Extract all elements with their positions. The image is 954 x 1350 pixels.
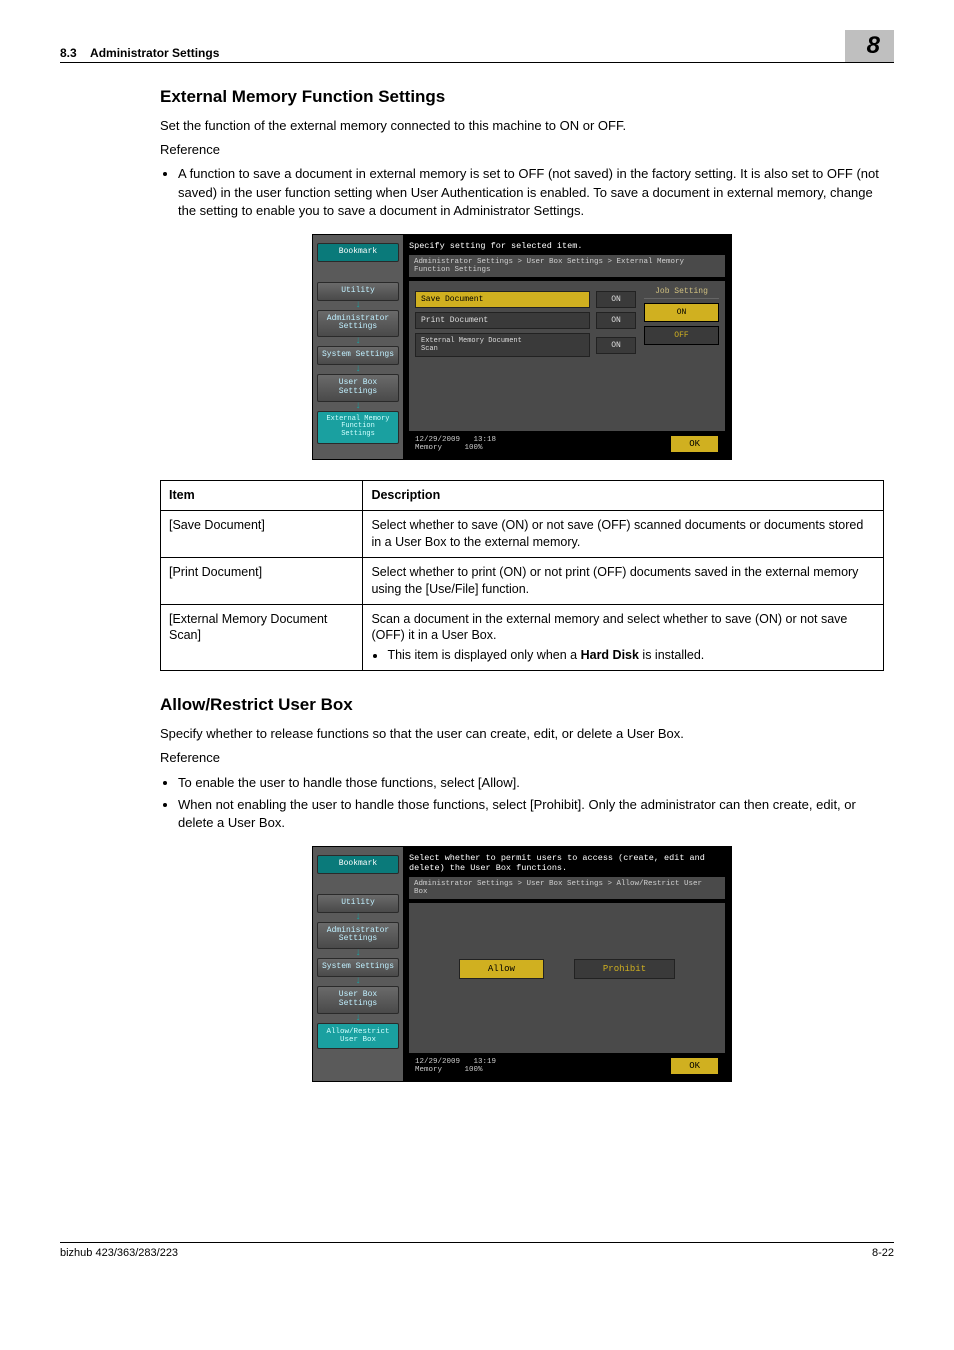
section2-heading: Allow/Restrict User Box: [160, 695, 884, 715]
screenshot-allow-restrict: Bookmark Utility ↓ Administrator Setting…: [312, 846, 732, 1082]
nav-admin-settings[interactable]: Administrator Settings: [317, 310, 399, 338]
prohibit-button[interactable]: Prohibit: [574, 959, 675, 979]
section1-intro: Set the function of the external memory …: [160, 117, 884, 135]
arrow-down-icon: ↓: [317, 1016, 399, 1021]
nav-admin-settings[interactable]: Administrator Settings: [317, 922, 399, 950]
arrow-down-icon: ↓: [317, 367, 399, 372]
nav-user-box-settings[interactable]: User Box Settings: [317, 986, 399, 1014]
panel-instruction: Select whether to permit users to access…: [409, 851, 725, 877]
nav-utility[interactable]: Utility: [317, 894, 399, 913]
section1-heading: External Memory Function Settings: [160, 87, 884, 107]
reference-bullet: A function to save a document in externa…: [178, 165, 884, 220]
ext-mem-scan-value: ON: [596, 337, 636, 354]
table-header-item: Item: [161, 481, 363, 511]
reference-bullet: When not enabling the user to handle tho…: [178, 796, 884, 832]
bookmark-button[interactable]: Bookmark: [317, 243, 399, 262]
nav-allow-restrict[interactable]: Allow/Restrict User Box: [317, 1023, 399, 1050]
ext-mem-scan-button[interactable]: External Memory Document Scan: [415, 333, 590, 357]
header-section: 8.3 Administrator Settings: [60, 45, 219, 60]
table-row: [Save Document]Select whether to save (O…: [161, 511, 884, 558]
panel-instruction: Specify setting for selected item.: [409, 239, 725, 255]
description-table: Item Description [Save Document]Select w…: [160, 480, 884, 671]
job-setting-label: Job Setting: [644, 287, 719, 299]
nav-utility[interactable]: Utility: [317, 282, 399, 301]
job-off-button[interactable]: OFF: [644, 326, 719, 345]
nav-system-settings[interactable]: System Settings: [317, 958, 399, 977]
reference-label: Reference: [160, 749, 884, 767]
nav-system-settings[interactable]: System Settings: [317, 346, 399, 365]
reference-bullet: To enable the user to handle those funct…: [178, 774, 884, 792]
screenshot-external-memory: Bookmark Utility ↓ Administrator Setting…: [312, 234, 732, 460]
section2-intro: Specify whether to release functions so …: [160, 725, 884, 743]
arrow-down-icon: ↓: [317, 979, 399, 984]
arrow-down-icon: ↓: [317, 303, 399, 308]
save-document-value: ON: [596, 291, 636, 308]
ok-button[interactable]: OK: [670, 435, 719, 453]
chapter-badge: 8: [845, 30, 894, 62]
arrow-down-icon: ↓: [317, 404, 399, 409]
print-document-value: ON: [596, 312, 636, 329]
job-on-button[interactable]: ON: [644, 303, 719, 322]
breadcrumb: Administrator Settings > User Box Settin…: [409, 877, 725, 899]
print-document-button[interactable]: Print Document: [415, 312, 590, 329]
reference-label: Reference: [160, 141, 884, 159]
status-bar: 12/29/2009 13:18 Memory 100%: [415, 436, 496, 452]
arrow-down-icon: ↓: [317, 339, 399, 344]
arrow-down-icon: ↓: [317, 915, 399, 920]
arrow-down-icon: ↓: [317, 951, 399, 956]
footer-model: bizhub 423/363/283/223: [60, 1247, 178, 1259]
breadcrumb: Administrator Settings > User Box Settin…: [409, 255, 725, 277]
footer-page: 8-22: [872, 1247, 894, 1259]
ok-button[interactable]: OK: [670, 1057, 719, 1075]
allow-button[interactable]: Allow: [459, 959, 544, 979]
nav-user-box-settings[interactable]: User Box Settings: [317, 374, 399, 402]
bookmark-button[interactable]: Bookmark: [317, 855, 399, 874]
nav-external-memory[interactable]: External Memory Function Settings: [317, 411, 399, 444]
table-row: [Print Document]Select whether to print …: [161, 557, 884, 604]
save-document-button[interactable]: Save Document: [415, 291, 590, 308]
status-bar: 12/29/2009 13:19 Memory 100%: [415, 1058, 496, 1074]
table-row: [External Memory Document Scan] Scan a d…: [161, 604, 884, 671]
table-header-description: Description: [363, 481, 884, 511]
